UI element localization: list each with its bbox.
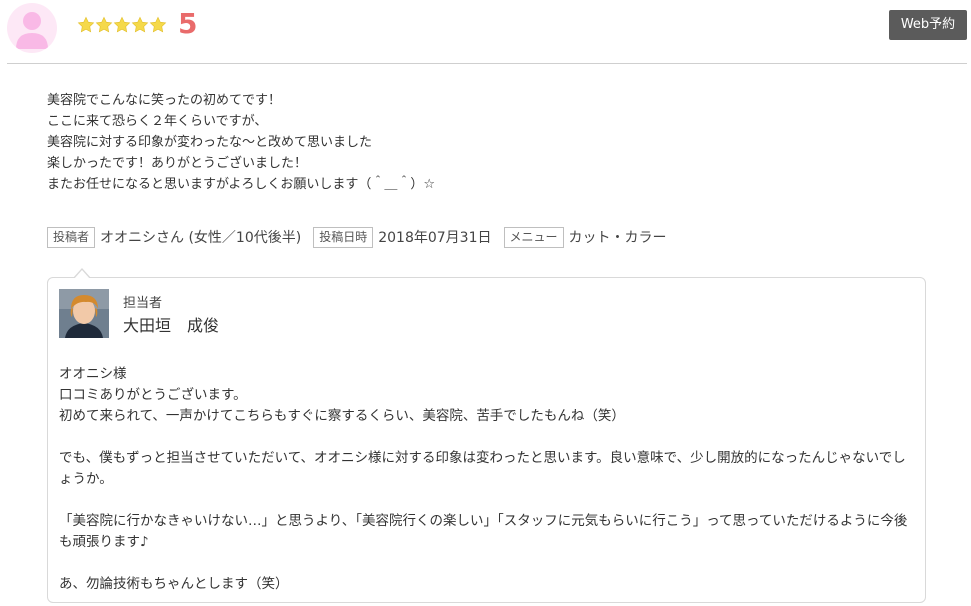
star-icon bbox=[95, 16, 113, 33]
review-line: 美容院でこんなに笑ったの初めてです！ bbox=[47, 93, 282, 108]
rating-stars bbox=[77, 16, 167, 36]
star-icon bbox=[113, 16, 131, 33]
review-card: 5 Web予約 美容院でこんなに笑ったの初めてです！ ここに来て恐らく２年くらい… bbox=[0, 0, 971, 606]
poster-label: 投稿者 bbox=[47, 226, 96, 248]
poster-value: オオニシさん (女性／10代後半) bbox=[100, 230, 302, 246]
reply-pointer-inner bbox=[74, 270, 90, 279]
staff-reply: 担当者 大田垣 成俊 オオニシ様 口コミありがとうございます。 初めて来られて、… bbox=[47, 277, 926, 603]
staff-name: 大田垣 成俊 bbox=[123, 316, 220, 335]
reply-line: あ、勿論技術もちゃんとします（笑） bbox=[59, 576, 289, 592]
star-icon bbox=[149, 16, 167, 33]
review-meta: 投稿者 オオニシさん (女性／10代後半) 投稿日時 2018年07月31日 メ… bbox=[47, 226, 679, 248]
web-reserve-button[interactable]: Web予約 bbox=[889, 10, 967, 40]
review-header: 5 Web予約 bbox=[0, 0, 971, 64]
star-icon bbox=[77, 16, 95, 33]
review-line: またお任せになると思いますがよろしくお願いします（＾＿＾）☆ bbox=[47, 177, 436, 192]
staff-photo bbox=[59, 289, 109, 338]
menu-value: カット・カラー bbox=[568, 230, 667, 246]
review-line: 楽しかったです！ありがとうございました！ bbox=[47, 156, 308, 171]
menu-label: メニュー bbox=[503, 226, 564, 248]
header-divider bbox=[7, 63, 967, 64]
date-value: 2018年07月31日 bbox=[378, 230, 492, 246]
date-label: 投稿日時 bbox=[313, 226, 374, 248]
staff-role-label: 担当者 bbox=[123, 296, 163, 311]
review-line: ここに来て恐らく２年くらいですが、 bbox=[47, 114, 268, 129]
user-avatar-icon bbox=[7, 3, 57, 53]
reply-text: オオニシ様 口コミありがとうございます。 初めて来られて、一声かけてこちらもすぐ… bbox=[59, 364, 919, 595]
reply-line: 口コミありがとうございます。 bbox=[59, 387, 247, 403]
review-text: 美容院でこんなに笑ったの初めてです！ ここに来て恐らく２年くらいですが、 美容院… bbox=[47, 90, 927, 195]
reply-line: オオニシ様 bbox=[59, 366, 127, 382]
rating-value: 5 bbox=[178, 7, 198, 40]
star-icon bbox=[131, 16, 149, 33]
review-line: 美容院に対する印象が変わったな〜と改めて思いました bbox=[47, 135, 373, 150]
reply-line: 「美容院に行かなきゃいけない…」と思うより、「美容院行くの楽しい」「スタッフに元… bbox=[59, 513, 908, 550]
reply-line: 初めて来られて、一声かけてこちらもすぐに察するくらい、美容院、苦手でしたもんね（… bbox=[59, 408, 625, 424]
reply-line: でも、僕もずっと担当させていただいて、オオニシ様に対する印象は変わったと思います… bbox=[59, 450, 906, 487]
